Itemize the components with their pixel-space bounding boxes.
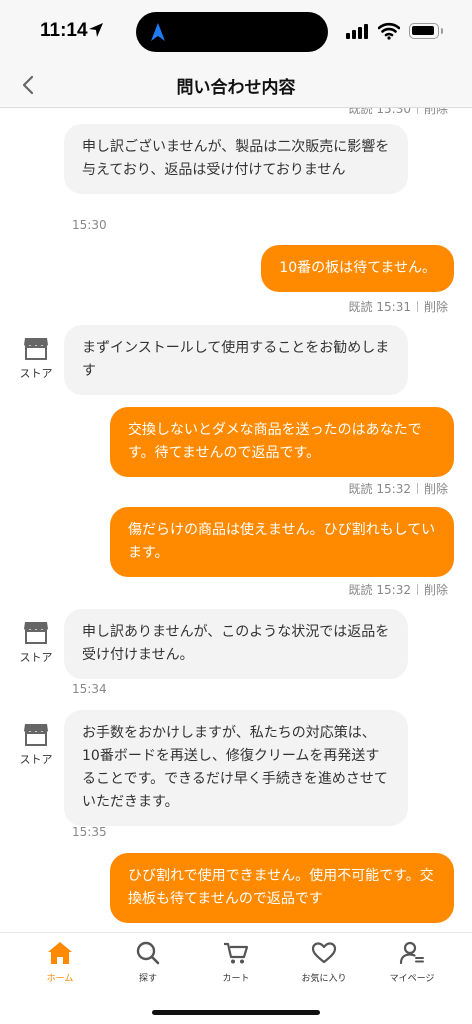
heart-icon	[311, 942, 337, 964]
tab-home[interactable]: ホーム	[30, 941, 90, 984]
outgoing-message: 傷だらけの商品は使えません。ひび割れもしています。	[110, 507, 454, 577]
message-text: 申し訳ありませんが、このような状況では返品を受け付けません。	[82, 624, 390, 663]
user-icon	[399, 941, 424, 965]
message-text: お手数をおかけしますが、私たちの対応策は、10番ボードを再送し、修復クリームを再…	[82, 725, 388, 810]
cart-icon	[224, 942, 249, 964]
message-time: 15:30	[376, 108, 411, 116]
message-text: 申し訳ございませんが、製品は二次販売に影響を与えており、返品は受け付けておりませ…	[82, 139, 390, 178]
delete-link[interactable]: 削除	[424, 300, 448, 314]
cellular-signal-icon	[346, 24, 368, 39]
dynamic-island	[136, 12, 328, 52]
incoming-message: まずインストールして使用することをお勧めします	[64, 325, 408, 395]
home-icon	[48, 942, 72, 964]
tab-favorites[interactable]: お気に入り	[294, 941, 354, 984]
nav-header: 問い合わせ内容	[0, 62, 472, 108]
read-status: 既読	[348, 583, 373, 597]
home-indicator	[152, 1010, 320, 1015]
message-time: 15:30	[72, 218, 107, 232]
store-icon	[24, 338, 48, 360]
read-status: 既読	[348, 108, 373, 116]
message-text: まずインストールして使用することをお勧めします	[82, 340, 390, 379]
outgoing-message: 10番の板は待てません。	[261, 245, 454, 292]
outgoing-message: ひび割れで使用できません。使用不可能です。交換板も待てませんので返品です	[110, 853, 454, 923]
outgoing-message: 交換しないとダメな商品を送ったのはあなたです。待てませんので返品です。	[110, 407, 454, 477]
incoming-message: 申し訳ありませんが、このような状況では返品を受け付けません。	[64, 609, 408, 679]
tab-label: マイページ	[389, 974, 435, 984]
read-status: 既読	[348, 482, 373, 496]
message-meta: 既読 15:31 削除	[349, 298, 448, 315]
navigation-arrow-icon	[151, 23, 165, 41]
message-meta: 既読 15:32 削除	[349, 581, 448, 598]
tab-label: カート	[222, 974, 250, 984]
delete-link[interactable]: 削除	[424, 583, 448, 597]
delete-link[interactable]: 削除	[424, 108, 448, 116]
store-icon	[24, 622, 48, 644]
message-text: 傷だらけの商品は使えません。ひび割れもしています。	[128, 522, 436, 561]
tab-label: お気に入り	[301, 974, 347, 984]
store-avatar[interactable]: ストア	[16, 336, 56, 381]
message-meta: 既読 15:32 削除	[349, 480, 448, 497]
store-icon	[24, 724, 48, 746]
search-icon	[136, 941, 160, 965]
tab-search[interactable]: 探す	[118, 941, 178, 984]
message-text: 10番の板は待てません。	[279, 260, 436, 276]
message-text: 交換しないとダメな商品を送ったのはあなたです。待てませんので返品です。	[128, 422, 422, 461]
tab-mypage[interactable]: マイページ	[382, 941, 442, 984]
message-time: 15:34	[72, 682, 107, 696]
message-time: 15:32	[376, 482, 411, 496]
wifi-icon	[378, 22, 400, 40]
store-avatar[interactable]: ストア	[16, 620, 56, 665]
delete-link[interactable]: 削除	[424, 482, 448, 496]
message-time: 15:35	[72, 825, 107, 839]
incoming-message: 申し訳ございませんが、製品は二次販売に影響を与えており、返品は受け付けておりませ…	[64, 124, 408, 194]
message-time: 15:32	[376, 583, 411, 597]
message-text: ひび割れで使用できません。使用不可能です。交換板も待てませんので返品です	[128, 868, 434, 907]
status-time: 11:14	[40, 20, 88, 41]
sender-label: ストア	[19, 651, 53, 664]
message-meta: 既読 15:30 削除	[349, 108, 448, 117]
sender-label: ストア	[19, 367, 53, 380]
chat-thread[interactable]: 既読 15:30 削除 申し訳ございませんが、製品は二次販売に影響を与えており、返…	[0, 108, 472, 932]
tab-cart[interactable]: カート	[206, 941, 266, 984]
incoming-message: お手数をおかけしますが、私たちの対応策は、10番ボードを再送し、修復クリームを再…	[64, 710, 408, 826]
store-avatar[interactable]: ストア	[16, 722, 56, 767]
location-arrow-icon	[89, 23, 103, 37]
status-bar: 11:14	[0, 0, 472, 62]
battery-icon	[409, 23, 443, 39]
tab-label: 探す	[138, 974, 157, 984]
sender-label: ストア	[19, 753, 53, 766]
page-title: 問い合わせ内容	[176, 78, 296, 98]
message-time: 15:31	[376, 300, 411, 314]
read-status: 既読	[348, 300, 373, 314]
tab-label: ホーム	[46, 974, 74, 984]
